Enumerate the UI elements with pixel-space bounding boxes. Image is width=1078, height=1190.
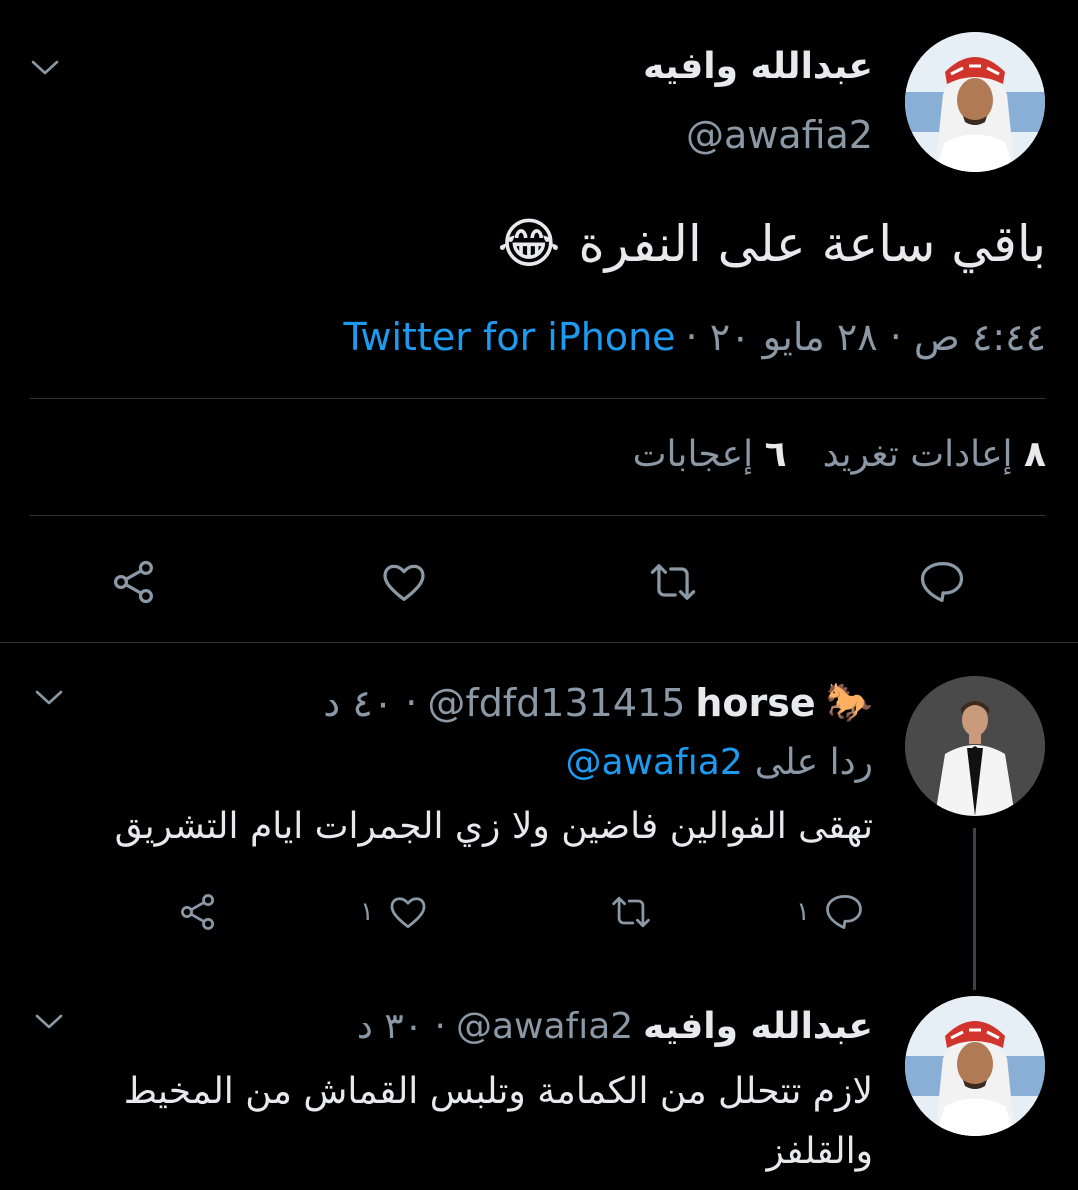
reply-handle[interactable]: @fdfd131415 bbox=[427, 681, 685, 725]
retweets-count: ٨ bbox=[1024, 434, 1046, 475]
share-button[interactable] bbox=[176, 890, 220, 934]
reply-display-name[interactable]: horse bbox=[695, 681, 815, 725]
share-button[interactable] bbox=[108, 556, 160, 608]
tears-of-joy-emoji: 😂 bbox=[497, 212, 561, 275]
replying-to-handle[interactable]: @awafıa2 bbox=[566, 742, 743, 783]
retweet-button[interactable] bbox=[646, 556, 700, 608]
reply-button[interactable] bbox=[916, 556, 968, 608]
horse-emoji: 🐎 bbox=[825, 680, 873, 724]
divider bbox=[30, 398, 1046, 399]
like-button[interactable] bbox=[378, 556, 430, 608]
share-icon bbox=[181, 894, 215, 930]
chevron-down-icon[interactable] bbox=[34, 1012, 64, 1032]
reply-text: لازم تتحلل من الكمامة وتلبس القماش من ال… bbox=[123, 1071, 873, 1172]
divider bbox=[0, 642, 1078, 643]
reply-author-avatar[interactable] bbox=[905, 676, 1045, 816]
person-avatar-icon bbox=[905, 32, 1045, 172]
reply-time: · ٣٠ د bbox=[356, 1006, 446, 1047]
retweets-label: إعادات تغريد bbox=[822, 434, 1013, 475]
author-avatar[interactable] bbox=[905, 32, 1045, 172]
reply-text: تهقى الفوالين فاضين ولا زي الجمرات ايام … bbox=[114, 806, 873, 847]
author-display-name[interactable]: عبدالله وافيه bbox=[643, 46, 873, 87]
person-avatar-icon bbox=[905, 676, 1045, 816]
reply-handle[interactable]: @awafıa2 bbox=[456, 1006, 633, 1047]
chevron-down-icon[interactable] bbox=[34, 688, 64, 708]
retweets-stat[interactable]: ٨ إعادات تغريد bbox=[823, 434, 1046, 475]
reply-header: 🐎 horse @fdfd131415 · ٤٠ د bbox=[323, 680, 873, 725]
reply-header: عبدالله وافيه @awafıa2 · ٣٠ د bbox=[357, 1006, 873, 1047]
like-button[interactable]: ١ bbox=[360, 890, 430, 934]
tweet-source-link[interactable]: Twitter for iPhone bbox=[344, 315, 676, 359]
chevron-down-icon[interactable] bbox=[30, 58, 60, 78]
tweet-meta: Twitter for iPhone ٤:٤٤ ص · ٢٨ مايو ٢٠ · bbox=[344, 315, 1047, 359]
divider bbox=[30, 515, 1046, 516]
author-handle[interactable]: @awafia2 bbox=[686, 113, 873, 157]
likes-count: ٦ bbox=[764, 434, 787, 475]
replying-to: ردا على @awafıa2 bbox=[566, 742, 873, 783]
retweet-icon bbox=[612, 896, 650, 928]
retweet-button[interactable] bbox=[608, 890, 654, 934]
heart-icon bbox=[390, 897, 426, 929]
like-count: ١ bbox=[360, 897, 374, 927]
likes-stat[interactable]: ٦ إعجابات bbox=[633, 434, 787, 475]
reply-count: ١ bbox=[796, 897, 810, 927]
tweet-text: باقي ساعة على النفرة 😂 bbox=[497, 212, 1046, 275]
reply-button[interactable]: ١ bbox=[796, 890, 866, 934]
reply-time: · ٤٠ د bbox=[323, 680, 418, 725]
tweet-stats: ٨ إعادات تغريد ٦ إعجابات bbox=[633, 434, 1046, 475]
thread-line bbox=[973, 828, 976, 990]
reply-display-name[interactable]: عبدالله وافيه bbox=[643, 1006, 873, 1047]
likes-label: إعجابات bbox=[632, 434, 754, 475]
share-icon bbox=[113, 560, 153, 604]
retweet-icon bbox=[650, 564, 696, 600]
speech-bubble-icon bbox=[826, 895, 862, 929]
tweet-text-content: باقي ساعة على النفرة bbox=[578, 214, 1046, 273]
replying-to-label: ردا على bbox=[754, 742, 873, 783]
heart-icon bbox=[383, 564, 425, 601]
person-avatar-icon bbox=[905, 996, 1045, 1136]
reply-author-avatar[interactable] bbox=[905, 996, 1045, 1136]
tweet-timestamp: ٤:٤٤ ص · ٢٨ مايو ٢٠ · bbox=[685, 315, 1046, 359]
speech-bubble-icon bbox=[920, 561, 964, 603]
